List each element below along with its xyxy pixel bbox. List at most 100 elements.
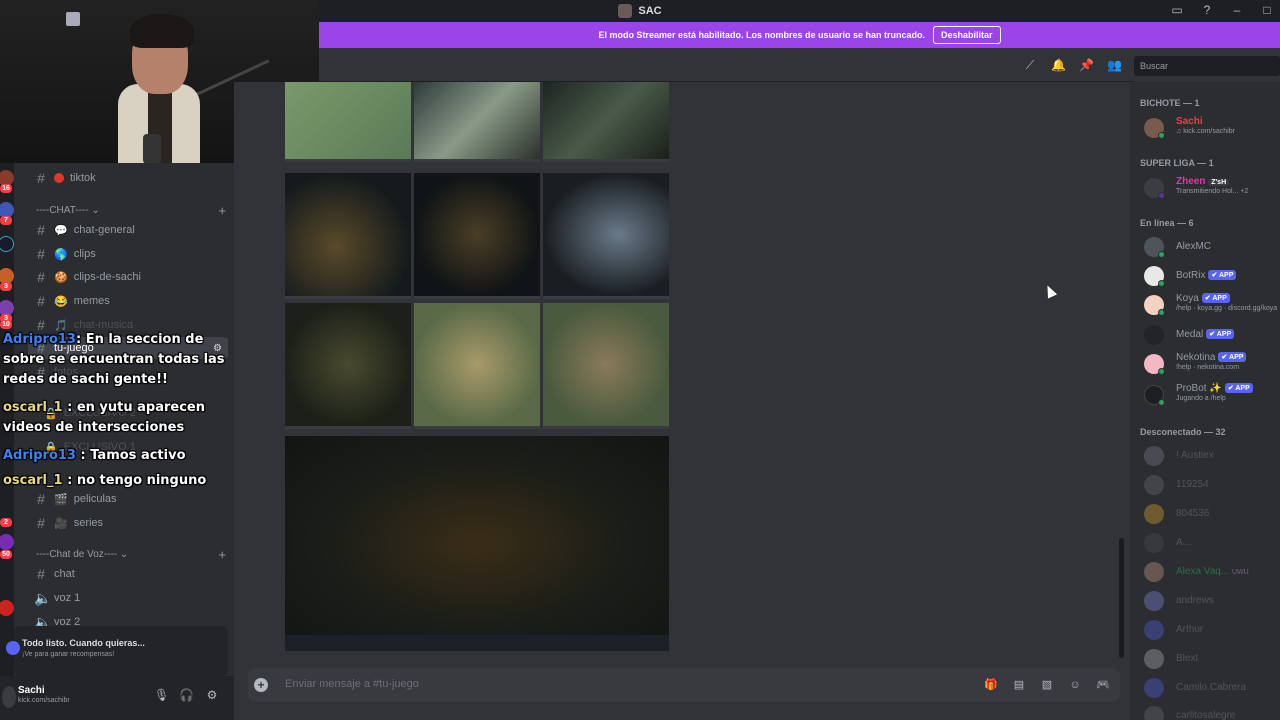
sticker-icon[interactable]: ▧	[1040, 678, 1054, 692]
speaker-icon: 🔈	[34, 589, 52, 606]
avatar	[1144, 678, 1164, 698]
member-item[interactable]: AlexMC	[1144, 235, 1280, 259]
pin-icon[interactable]: 📌	[1079, 58, 1094, 72]
gift-icon[interactable]: 🎁	[984, 678, 998, 692]
microphone-icon[interactable]: 🎙	[154, 688, 169, 702]
member-item[interactable]: Medal ✔ APP	[1144, 323, 1280, 347]
inbox-icon[interactable]: ▭	[1170, 3, 1184, 17]
channel-clips[interactable]: # 🌎 clips	[34, 243, 224, 265]
headphones-icon[interactable]: 🎧	[179, 688, 194, 702]
attachment-image[interactable]	[543, 82, 669, 162]
attachment-image[interactable]	[285, 173, 411, 299]
server-icon	[618, 4, 633, 18]
maximize-icon[interactable]: □	[1260, 3, 1274, 17]
avatar	[1144, 325, 1164, 345]
red-circle-icon	[54, 173, 64, 183]
attachment-image[interactable]	[543, 303, 669, 429]
mention-badge: 10	[0, 320, 12, 329]
game-hud	[285, 635, 669, 651]
online-status-icon	[1158, 280, 1165, 287]
member-item[interactable]: Arthur	[1144, 618, 1280, 642]
member-item[interactable]: 119254	[1144, 473, 1280, 497]
message-composer[interactable]: + Enviar mensaje a #tu-juego 🎁 ▤ ▧ ☺ 🎮	[248, 668, 1120, 702]
server-icon[interactable]	[0, 534, 14, 550]
emoji-icon[interactable]: ☺	[1068, 678, 1082, 692]
member-group-header: Desconectado — 32	[1140, 427, 1226, 437]
hash-icon: #	[37, 170, 45, 186]
channel-peliculas[interactable]: # 🎬 peliculas	[34, 488, 224, 510]
channel-chat[interactable]: # chat	[34, 563, 224, 585]
mention-badge: 3	[0, 282, 12, 291]
channel-series[interactable]: # 🎥 series	[34, 512, 224, 534]
server-icon[interactable]	[0, 600, 14, 616]
attachment-image[interactable]	[414, 82, 540, 162]
channel-memes[interactable]: # 😂 memes	[34, 290, 224, 312]
member-item[interactable]: Zheen Z'sH Transmitiendo Hol... +2	[1144, 176, 1280, 200]
avatar	[1144, 533, 1164, 553]
threads-icon[interactable]: ⟋	[1023, 58, 1037, 72]
minimize-icon[interactable]: –	[1230, 3, 1244, 17]
attachment-image[interactable]	[285, 303, 411, 429]
attachment-image[interactable]	[543, 173, 669, 299]
message-input[interactable]: Enviar mensaje a #tu-juego	[285, 678, 419, 690]
add-channel-icon[interactable]: +	[218, 547, 226, 562]
avatar	[1144, 504, 1164, 524]
voice-channel-voz-1[interactable]: 🔈 voz 1	[34, 587, 224, 609]
help-icon[interactable]: ?	[1200, 3, 1214, 17]
category-voice[interactable]: ----Chat de Voz---- ⌄ +	[36, 547, 226, 562]
member-item[interactable]: BotRix ✔ APP	[1144, 264, 1280, 288]
member-item[interactable]: ! Austiex	[1144, 444, 1280, 468]
member-item[interactable]: 804536	[1144, 502, 1280, 526]
hash-icon: #	[37, 491, 45, 507]
member-item[interactable]: A...	[1144, 531, 1280, 555]
member-item[interactable]: Camilo Cabrera	[1144, 676, 1280, 700]
game-controller-icon[interactable]: 🎮	[1096, 678, 1110, 692]
attachment-image[interactable]	[414, 303, 540, 429]
member-item[interactable]: Alexa Vaq... UWU	[1144, 560, 1280, 584]
overlay-message: Adripro13 : Tamos activo	[3, 448, 186, 463]
attachment-image[interactable]	[285, 82, 411, 162]
member-item[interactable]: Koya ✔ APP /help · koya.gg · discord.gg/k…	[1144, 293, 1280, 317]
member-item[interactable]: andrews	[1144, 589, 1280, 613]
user-panel: Sachi kick.com/sachibr 🎙 🎧 ⚙	[0, 676, 234, 720]
channel-tiktok[interactable]: # tiktok	[34, 167, 224, 189]
channel-chat-general[interactable]: # 💬 chat-general	[34, 219, 224, 241]
add-channel-icon[interactable]: +	[218, 203, 226, 218]
member-item[interactable]: Nekotina ✔ APP !help · nekotina.com	[1144, 352, 1280, 376]
members-icon[interactable]: 👥	[1107, 58, 1122, 72]
member-item[interactable]: ProBot ✨ ✔ APP Jugando a /help	[1144, 383, 1280, 407]
rewards-panel[interactable]: Todo listo. Cuando quieras... ¡Ve para g…	[6, 626, 228, 676]
add-attachment-icon[interactable]: +	[254, 678, 268, 692]
member-item[interactable]: Sachi ♫ kick.com/sachibr	[1144, 116, 1280, 140]
channel-clips-de-sachi[interactable]: # 🍪 clips-de-sachi	[34, 266, 224, 288]
member-group-header: BICHOTE — 1	[1140, 98, 1200, 108]
hash-icon: #	[37, 566, 45, 582]
avatar	[1144, 649, 1164, 669]
member-item[interactable]: Blext	[1144, 647, 1280, 671]
member-item[interactable]: carlitosalegre	[1144, 704, 1280, 720]
avatar	[1144, 591, 1164, 611]
hash-icon: #	[37, 222, 45, 238]
server-icon[interactable]	[0, 236, 14, 252]
avatar	[1144, 562, 1164, 582]
window-controls: ▭ ? – □	[1170, 3, 1274, 17]
attachment-image[interactable]	[414, 173, 540, 299]
overlay-message: oscarl_1 : en yutu aparecen videos de in…	[3, 400, 205, 435]
search-input[interactable]: Buscar	[1134, 56, 1280, 76]
attachment-image-large[interactable]	[285, 436, 669, 651]
avatar	[1144, 475, 1164, 495]
overlay-message: Adripro13: En la seccion de sobre se enc…	[3, 332, 225, 387]
disable-streamer-mode-button[interactable]: Deshabilitar	[933, 26, 1001, 44]
online-status-icon	[1158, 399, 1165, 406]
image-attachment-grid[interactable]	[285, 82, 669, 429]
microphone	[143, 134, 161, 163]
avatar[interactable]	[2, 686, 16, 708]
scrollbar[interactable]	[1119, 538, 1124, 658]
hash-icon: #	[37, 246, 45, 262]
category-chat[interactable]: ----CHAT---- ⌄ +	[36, 203, 226, 218]
gif-icon[interactable]: ▤	[1012, 678, 1026, 692]
bell-icon[interactable]: 🔔	[1051, 58, 1066, 72]
settings-icon[interactable]: ⚙	[205, 688, 219, 702]
streamer-mode-banner: El modo Streamer está habilitado. Los no…	[319, 22, 1280, 48]
avatar	[1144, 620, 1164, 640]
